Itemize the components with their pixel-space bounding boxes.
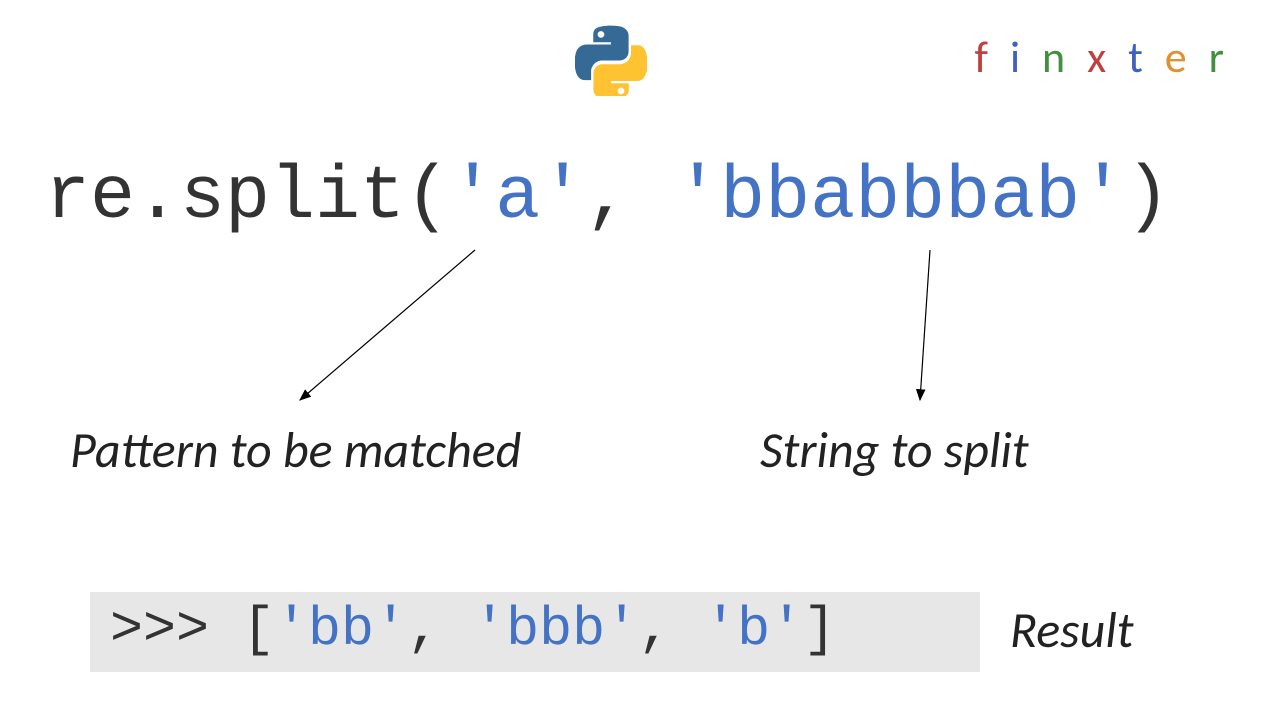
result-comma: , [407,598,473,661]
brand-letter: r [1209,30,1230,84]
result-item: 'bb' [275,598,407,661]
code-arg-pattern: 'a' [450,155,585,240]
code-close: ) [1125,155,1170,240]
result-bracket-close: ] [803,598,836,661]
brand-letter: i [1010,30,1026,84]
result-comma: , [638,598,704,661]
result-prompt: >>> [110,598,242,661]
brand-letter: x [1087,30,1112,84]
code-arg-string: 'bbabbbab' [675,155,1125,240]
result-item: 'b' [704,598,803,661]
result-item: 'bbb' [473,598,638,661]
brand-letter: e [1165,30,1193,84]
result-bracket-open: [ [242,598,275,661]
brand-letter: t [1128,30,1149,84]
label-result: Result [1010,600,1134,661]
code-separator: , [585,155,675,240]
result-output: >>> ['bb', 'bbb', 'b'] [90,592,980,672]
brand-letter: f [975,30,994,84]
code-expression: re.split('a', 'bbabbbab') [45,155,1170,240]
code-func: re.split( [45,155,450,240]
label-string: String to split [760,420,1029,481]
label-pattern: Pattern to be matched [70,420,521,481]
finxter-logo: f i n x t e r [975,30,1230,84]
brand-letter: n [1042,30,1071,84]
python-logo-icon [575,24,647,96]
